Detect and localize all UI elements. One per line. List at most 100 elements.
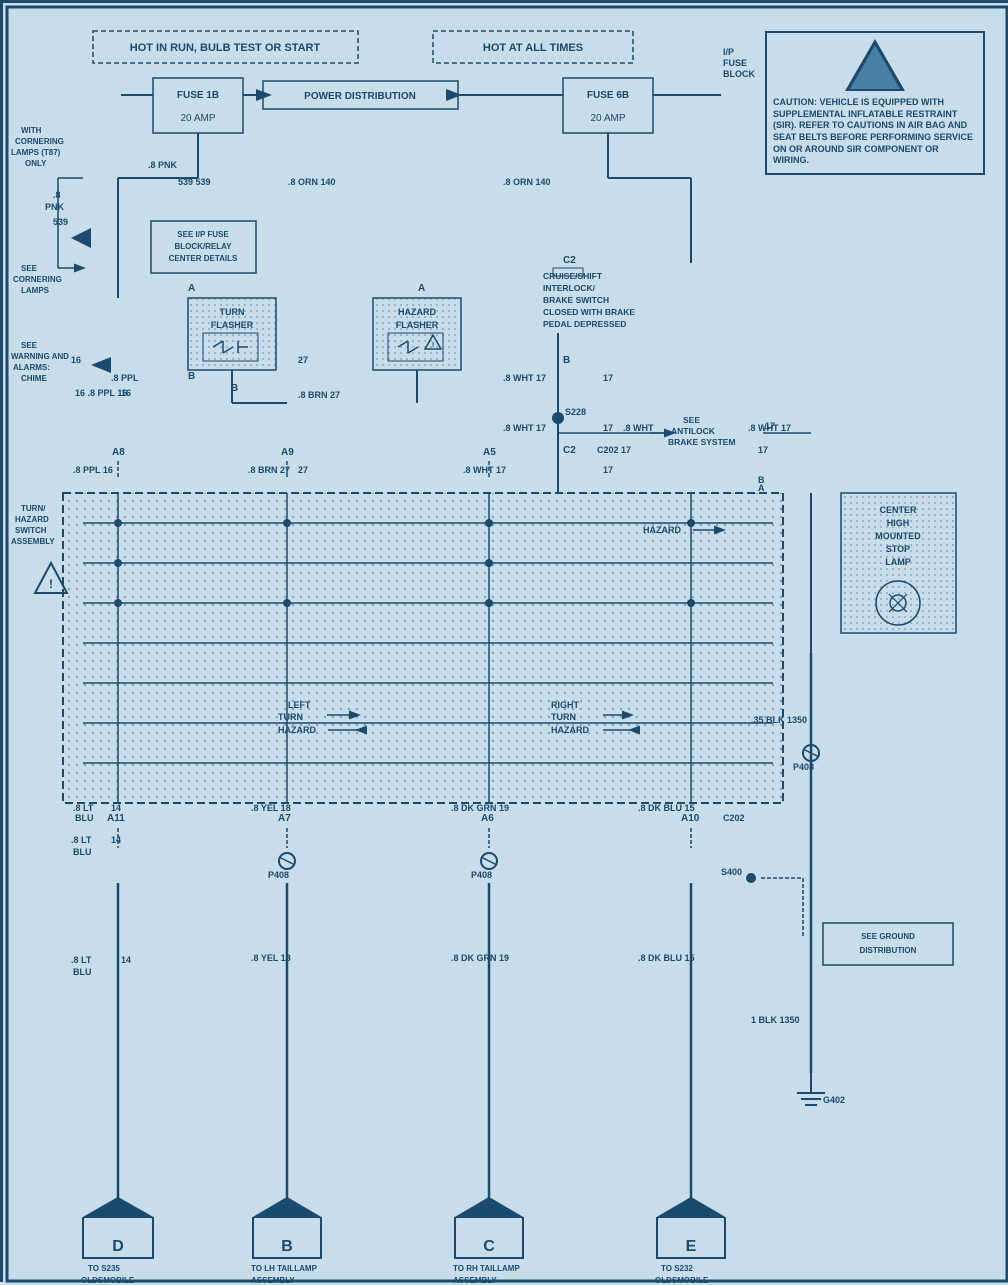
svg-text:A: A — [418, 283, 425, 294]
svg-text:HOT IN RUN, BULB TEST OR START: HOT IN RUN, BULB TEST OR START — [130, 42, 321, 54]
svg-text:A5: A5 — [483, 447, 496, 458]
svg-text:ASSEMBLY: ASSEMBLY — [453, 1276, 497, 1285]
svg-text:.8 WHT 17: .8 WHT 17 — [463, 465, 506, 475]
svg-text:TURN: TURN — [220, 307, 245, 317]
svg-text:CORNERING: CORNERING — [15, 137, 64, 146]
svg-text:.8 PPL: .8 PPL — [111, 373, 139, 383]
svg-text:.8 ORN 140: .8 ORN 140 — [503, 177, 551, 187]
svg-text:TURN: TURN — [551, 712, 576, 722]
svg-text:TO S232: TO S232 — [661, 1264, 693, 1273]
svg-text:SEE: SEE — [21, 264, 38, 273]
svg-text:ONLY: ONLY — [25, 159, 47, 168]
svg-text:17: 17 — [603, 465, 613, 475]
svg-text:SWITCH: SWITCH — [15, 526, 47, 535]
wiring-diagram-container: HOT IN RUN, BULB TEST OR START HOT AT AL… — [0, 0, 1008, 1282]
svg-text:CHIME: CHIME — [21, 374, 47, 383]
svg-text:.8 LT: .8 LT — [71, 835, 92, 845]
svg-text:FLASHER: FLASHER — [211, 320, 254, 330]
svg-text:.8 WHT 17: .8 WHT 17 — [503, 423, 546, 433]
svg-text:16: 16 — [121, 388, 131, 398]
svg-text:HAZARD: HAZARD — [278, 725, 316, 735]
svg-text:HAZARD: HAZARD — [15, 515, 49, 524]
svg-text:DISTRIBUTION: DISTRIBUTION — [860, 946, 917, 955]
svg-text:LAMPS: LAMPS — [21, 286, 50, 295]
svg-text:.8 DK GRN 19: .8 DK GRN 19 — [451, 803, 509, 813]
svg-text:C2: C2 — [563, 255, 576, 266]
svg-text:SEE: SEE — [683, 415, 700, 425]
svg-text:TURN/: TURN/ — [21, 504, 46, 513]
svg-text:17: 17 — [758, 445, 768, 455]
svg-text:A10: A10 — [681, 813, 700, 824]
svg-text:BRAKE SYSTEM: BRAKE SYSTEM — [668, 437, 736, 447]
svg-text:A7: A7 — [278, 813, 291, 824]
svg-text:PEDAL DEPRESSED: PEDAL DEPRESSED — [543, 319, 626, 329]
svg-text:A11: A11 — [107, 813, 125, 824]
svg-text:RIGHT: RIGHT — [551, 700, 580, 710]
svg-text:.8 DK BLU 15: .8 DK BLU 15 — [638, 953, 695, 963]
svg-text:INTERLOCK/: INTERLOCK/ — [543, 283, 596, 293]
svg-text:.8 WHT: .8 WHT — [623, 423, 654, 433]
svg-text:B: B — [563, 355, 570, 366]
svg-text:MOUNTED: MOUNTED — [875, 531, 921, 541]
svg-text:.8 BRN 27: .8 BRN 27 — [248, 465, 290, 475]
svg-text:.8 DK GRN 19: .8 DK GRN 19 — [451, 953, 509, 963]
svg-text:P408: P408 — [268, 870, 289, 880]
svg-text:14: 14 — [111, 803, 121, 813]
svg-text:WITH: WITH — [21, 126, 42, 135]
svg-text:ASSEMBLY: ASSEMBLY — [251, 1276, 295, 1285]
svg-text:HIGH: HIGH — [887, 518, 910, 528]
svg-text:SEE: SEE — [21, 341, 38, 350]
svg-text:BLU: BLU — [73, 967, 92, 977]
svg-text:WARNING AND: WARNING AND — [11, 352, 69, 361]
caution-box: CAUTION: VEHICLE IS EQUIPPED WITH SUPPLE… — [765, 31, 985, 175]
svg-text:E: E — [686, 1238, 697, 1255]
svg-text:.8 ORN 140: .8 ORN 140 — [288, 177, 336, 187]
svg-text:20 AMP: 20 AMP — [180, 113, 215, 124]
svg-text:ANTILOCK: ANTILOCK — [671, 426, 716, 436]
svg-text:16 .8 PPL 16: 16 .8 PPL 16 — [75, 388, 127, 398]
svg-text:C202 17: C202 17 — [597, 445, 631, 455]
svg-text:BLU: BLU — [75, 813, 94, 823]
svg-text:PNK: PNK — [45, 202, 65, 212]
svg-text:S400: S400 — [721, 867, 742, 877]
warning-triangle-icon — [845, 39, 905, 91]
svg-text:27: 27 — [298, 355, 308, 365]
svg-text:TO LH TAILLAMP: TO LH TAILLAMP — [251, 1264, 318, 1273]
svg-text:TURN: TURN — [278, 712, 303, 722]
svg-text:TO RH TAILLAMP: TO RH TAILLAMP — [453, 1264, 520, 1273]
svg-text:539: 539 — [53, 217, 68, 227]
svg-text:S228: S228 — [565, 407, 586, 417]
svg-text:BLU: BLU — [73, 847, 92, 857]
svg-text:A: A — [188, 283, 195, 294]
svg-text:HAZARD: HAZARD — [551, 725, 589, 735]
svg-text:A: A — [758, 483, 765, 493]
svg-text:B: B — [281, 1238, 293, 1255]
svg-text:16: 16 — [71, 355, 81, 365]
svg-text:C: C — [483, 1238, 495, 1255]
svg-text:SEE GROUND: SEE GROUND — [861, 932, 915, 941]
svg-text:FUSE: FUSE — [723, 58, 747, 68]
svg-text:17: 17 — [603, 423, 613, 433]
svg-text:C2: C2 — [563, 445, 576, 456]
svg-text:HAZARD: HAZARD — [643, 525, 681, 535]
svg-text:D: D — [112, 1238, 124, 1255]
svg-text:.8: .8 — [53, 190, 61, 200]
svg-text:P408: P408 — [471, 870, 492, 880]
svg-text:!: ! — [49, 577, 53, 591]
svg-text:B: B — [231, 383, 238, 394]
svg-text:I/P: I/P — [723, 47, 734, 57]
svg-text:OLDSMOBILE: OLDSMOBILE — [655, 1276, 709, 1285]
svg-text:C202: C202 — [723, 813, 745, 823]
svg-text:ASSEMBLY: ASSEMBLY — [11, 537, 55, 546]
svg-text:CENTER DETAILS: CENTER DETAILS — [169, 254, 238, 263]
svg-text:.8 DK BLU 15: .8 DK BLU 15 — [638, 803, 695, 813]
svg-text:BRAKE SWITCH: BRAKE SWITCH — [543, 295, 609, 305]
svg-text:B: B — [188, 371, 195, 382]
wiring-diagram-svg: HOT IN RUN, BULB TEST OR START HOT AT AL… — [3, 3, 1008, 1285]
svg-text:17: 17 — [603, 373, 613, 383]
svg-text:ALARMS:: ALARMS: — [13, 363, 50, 372]
svg-text:27: 27 — [298, 465, 308, 475]
svg-text:A9: A9 — [281, 447, 294, 458]
svg-text:FUSE 6B: FUSE 6B — [587, 90, 629, 101]
svg-text:HAZARD: HAZARD — [398, 307, 436, 317]
